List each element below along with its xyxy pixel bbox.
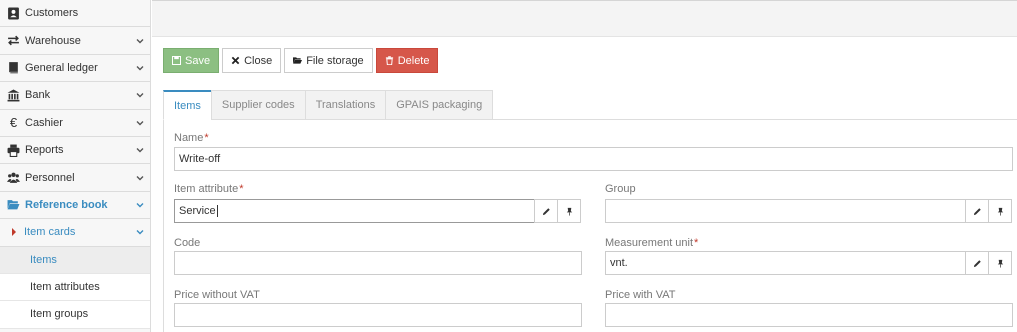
- pin-group-button[interactable]: [988, 199, 1012, 223]
- euro-icon: €: [9, 115, 18, 131]
- edit-unit-button[interactable]: [965, 251, 989, 275]
- chevron-down-icon: [136, 65, 144, 71]
- pin-unit-button[interactable]: [988, 251, 1012, 275]
- sidebar-item-label: Cashier: [25, 116, 63, 129]
- tab-bar: Items Supplier codes Translations GPAIS …: [163, 90, 1017, 120]
- save-button-label: Save: [185, 54, 211, 67]
- sidebar-item-label: Bank: [25, 89, 51, 102]
- sidebar-item-label: Customers: [25, 7, 79, 20]
- close-button[interactable]: Close: [222, 48, 282, 73]
- sidebar-leaf-label: Item groups: [30, 308, 89, 321]
- tab-supplier-codes[interactable]: Supplier codes: [210, 90, 306, 120]
- measurement-unit-label: Measurement unit*: [605, 237, 699, 249]
- tab-translations[interactable]: Translations: [304, 90, 387, 120]
- chevron-down-icon: [136, 38, 144, 44]
- address-book-icon: [6, 7, 21, 20]
- top-header-band: [152, 0, 1017, 37]
- active-marker-icon: [12, 228, 16, 237]
- sidebar-item-customers[interactable]: Customers: [0, 0, 150, 28]
- chevron-down-icon: [136, 120, 144, 126]
- exchange-icon: [6, 34, 21, 47]
- trash-icon: [385, 56, 393, 65]
- item-attribute-field[interactable]: Service: [174, 199, 535, 223]
- tab-label: Translations: [315, 99, 376, 111]
- pencil-icon: [973, 207, 981, 215]
- item-attribute-label: Item attribute*: [174, 183, 244, 195]
- pencil-icon: [973, 259, 981, 267]
- text-cursor: [216, 205, 218, 217]
- floppy-disk-icon: [172, 56, 181, 65]
- pin-attribute-button[interactable]: [557, 199, 581, 223]
- tab-label: Items: [174, 99, 201, 112]
- sidebar: Customers Warehouse General ledger Bank …: [0, 0, 151, 332]
- sidebar-item-warehouse[interactable]: Warehouse: [0, 27, 150, 55]
- sidebar-leaf-item-attributes[interactable]: Item attributes: [0, 273, 150, 302]
- sidebar-item-reports[interactable]: Reports: [0, 137, 150, 165]
- chevron-down-icon: [136, 93, 144, 98]
- edit-group-button[interactable]: [965, 199, 989, 223]
- sidebar-item-label: Warehouse: [25, 34, 81, 47]
- pencil-icon: [542, 207, 550, 215]
- folder-open-icon: [6, 198, 21, 211]
- required-marker: *: [204, 132, 209, 144]
- sidebar-item-label: Reference book: [25, 198, 108, 211]
- sidebar-item-label: Personnel: [25, 171, 75, 184]
- file-storage-button-label: File storage: [306, 54, 364, 67]
- sidebar-leaf-items[interactable]: Items: [0, 246, 150, 274]
- sidebar-item-bank[interactable]: Bank: [0, 82, 150, 110]
- sidebar-item-general-ledger[interactable]: General ledger: [0, 55, 150, 83]
- required-marker: *: [694, 237, 699, 249]
- sidebar-item-label: Reports: [25, 144, 64, 157]
- tab-gpais-packaging[interactable]: GPAIS packaging: [385, 90, 494, 120]
- sidebar-item-cashier[interactable]: € Cashier: [0, 110, 150, 137]
- name-label: Name*: [174, 132, 209, 144]
- users-icon: [6, 171, 21, 184]
- form-panel: Name* Write-off Item attribute* Service …: [163, 120, 1017, 332]
- group-field[interactable]: [605, 199, 966, 223]
- pin-icon: [997, 207, 1003, 216]
- sidebar-leaf-label: Item attributes: [30, 281, 100, 294]
- price-with-vat-field[interactable]: [605, 303, 1013, 327]
- sidebar-submenu-label: Item cards: [24, 226, 76, 239]
- close-button-label: Close: [244, 54, 273, 67]
- chevron-down-icon: [136, 230, 144, 235]
- price-without-vat-label: Price without VAT: [174, 289, 260, 301]
- tab-items[interactable]: Items: [163, 90, 212, 120]
- required-marker: *: [239, 183, 244, 195]
- code-label: Code: [174, 237, 201, 249]
- chevron-down-icon: [136, 202, 144, 208]
- sidebar-item-label: General ledger: [25, 61, 98, 74]
- save-button[interactable]: Save: [163, 48, 220, 73]
- close-icon: [231, 56, 240, 65]
- tab-label: GPAIS packaging: [396, 99, 483, 111]
- code-field[interactable]: [174, 251, 582, 275]
- bank-icon: [6, 89, 21, 102]
- sidebar-submenu-item-cards[interactable]: Item cards: [0, 219, 150, 247]
- sidebar-leaf-label: Items: [30, 253, 57, 266]
- name-field[interactable]: Write-off: [174, 147, 1013, 171]
- edit-attribute-button[interactable]: [534, 199, 558, 223]
- folder-open-icon: [293, 57, 303, 64]
- pin-icon: [997, 259, 1003, 268]
- tab-label: Supplier codes: [221, 99, 295, 111]
- file-storage-button[interactable]: File storage: [284, 48, 373, 73]
- delete-button[interactable]: Delete: [375, 48, 439, 73]
- sidebar-item-reference-book[interactable]: Reference book: [0, 192, 150, 220]
- price-without-vat-field[interactable]: [174, 303, 582, 327]
- book-icon: [6, 61, 21, 74]
- pin-icon: [566, 207, 572, 216]
- sidebar-item-personnel[interactable]: Personnel: [0, 164, 150, 192]
- price-with-vat-label: Price with VAT: [605, 289, 676, 301]
- delete-button-label: Delete: [397, 54, 430, 67]
- toolbar: Save Close File storage Delete: [163, 48, 439, 73]
- sidebar-leaf-item-groups[interactable]: Item groups: [0, 301, 150, 329]
- measurement-unit-field[interactable]: vnt.: [605, 251, 966, 275]
- print-icon: [6, 144, 21, 157]
- chevron-down-icon: [136, 148, 144, 153]
- group-label: Group: [605, 183, 636, 195]
- chevron-down-icon: [136, 175, 144, 181]
